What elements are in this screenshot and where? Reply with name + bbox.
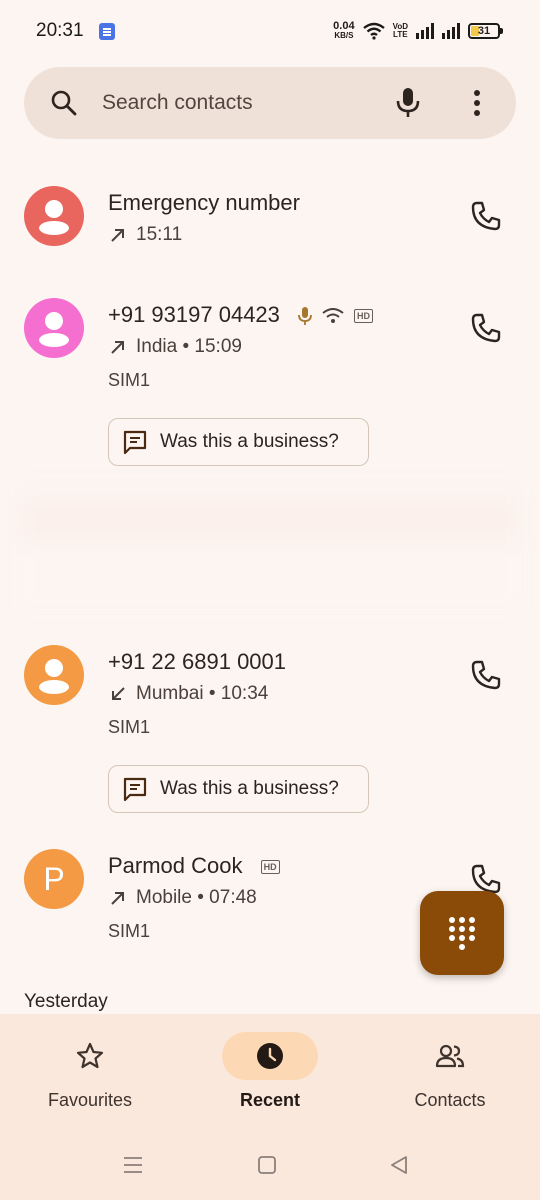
- person-icon: [39, 312, 69, 347]
- nav-contacts-label: Contacts: [414, 1090, 486, 1110]
- hd-badge: HD: [260, 860, 280, 875]
- contact-name: Parmod Cook HD: [108, 853, 280, 879]
- call-details: Mumbai • 10:34: [108, 683, 268, 705]
- wifi-call-icon: [322, 308, 344, 324]
- nav-favourites-label: Favourites: [47, 1090, 133, 1110]
- wifi-status-icon: [362, 22, 385, 40]
- network-speed-unit: KB/S: [334, 31, 354, 40]
- nav-contacts[interactable]: Contacts: [380, 1032, 520, 1132]
- call-log-item[interactable]: Emergency number 15:11: [0, 180, 540, 260]
- hd-badge: HD: [354, 309, 374, 324]
- search-icon[interactable]: [50, 89, 78, 117]
- person-icon: [39, 659, 69, 694]
- was-business-label: Was this a business?: [160, 431, 339, 452]
- sim-label: SIM1: [108, 921, 151, 941]
- nav-recent[interactable]: Recent: [200, 1032, 340, 1132]
- phone-call-icon[interactable]: [468, 198, 504, 234]
- contact-number-text: +91 93197 04423: [108, 302, 280, 327]
- contact-avatar[interactable]: [24, 186, 84, 246]
- signal-sim1-icon: [416, 23, 434, 39]
- bottom-navigation: Favourites Recent Contacts: [0, 1014, 540, 1200]
- nav-recent-label: Recent: [239, 1090, 301, 1110]
- clock-icon: [257, 1043, 283, 1069]
- voice-icon: [298, 307, 312, 326]
- more-vert-icon[interactable]: [465, 87, 489, 119]
- phone-call-icon[interactable]: [468, 657, 504, 693]
- network-speed: 0.04 KB/S: [333, 21, 354, 41]
- status-bar: 20:31 0.04 KB/S VoD LTE 31: [0, 0, 540, 62]
- call-log-item[interactable]: +91 93197 04423 HD India • 15:09 SIM1 Wa…: [0, 292, 540, 472]
- contact-number: +91 93197 04423 HD: [108, 302, 374, 328]
- nav-favourites[interactable]: Favourites: [20, 1032, 160, 1132]
- contact-avatar[interactable]: [24, 645, 84, 705]
- feedback-icon: [123, 777, 147, 802]
- outgoing-call-arrow-icon: [111, 229, 124, 242]
- incoming-call-arrow-icon: [112, 687, 125, 700]
- search-bar[interactable]: [24, 67, 516, 139]
- nav-favourites-icon-container: [42, 1032, 138, 1080]
- sim-label: SIM1: [108, 370, 151, 390]
- dialpad-icon: [449, 917, 475, 950]
- contact-name: Emergency number: [108, 190, 300, 215]
- contact-name-text: Parmod Cook: [108, 853, 243, 878]
- star-icon: [76, 1042, 104, 1069]
- back-system-icon[interactable]: [386, 1152, 412, 1178]
- contact-number: +91 22 6891 0001: [108, 649, 287, 674]
- blurred-region: [20, 482, 520, 612]
- status-icons: 0.04 KB/S VoD LTE 31: [333, 18, 503, 44]
- call-details: 15:11: [108, 224, 182, 246]
- network-speed-value: 0.04: [333, 20, 355, 32]
- dialpad-button[interactable]: [420, 891, 504, 975]
- outgoing-call-arrow-icon: [111, 892, 124, 905]
- recents-system-icon[interactable]: [120, 1152, 146, 1178]
- status-time: 20:31: [36, 20, 84, 41]
- was-business-button[interactable]: Was this a business?: [108, 418, 369, 466]
- mic-icon[interactable]: [393, 86, 423, 120]
- feedback-icon: [123, 430, 147, 455]
- call-location-time: India • 15:09: [136, 336, 242, 357]
- volte-indicator: VoD LTE: [393, 23, 408, 39]
- section-header: Yesterday: [24, 991, 108, 1012]
- call-details: Mobile • 07:48: [108, 887, 257, 909]
- nav-recent-icon-container: [222, 1032, 318, 1080]
- sim-label: SIM1: [108, 717, 151, 737]
- volte-bottom: LTE: [393, 30, 408, 39]
- outgoing-call-arrow-icon: [111, 341, 124, 354]
- call-time: 15:11: [136, 224, 183, 245]
- people-icon: [435, 1044, 465, 1068]
- call-location-time: Mumbai • 10:34: [136, 683, 269, 704]
- was-business-button[interactable]: Was this a business?: [108, 765, 369, 813]
- docs-notification-icon: [99, 23, 115, 40]
- person-icon: [39, 200, 69, 235]
- signal-sim2-icon: [442, 23, 460, 39]
- search-input[interactable]: [102, 87, 362, 119]
- phone-call-icon[interactable]: [468, 310, 504, 346]
- call-details: India • 15:09: [108, 336, 242, 358]
- contact-avatar[interactable]: [24, 298, 84, 358]
- contact-avatar[interactable]: P: [24, 849, 84, 909]
- battery-icon: 31: [468, 23, 503, 39]
- was-business-label: Was this a business?: [160, 778, 339, 799]
- home-system-icon[interactable]: [254, 1152, 280, 1178]
- call-log-item[interactable]: +91 22 6891 0001 Mumbai • 10:34 SIM1 Was…: [0, 639, 540, 819]
- nav-contacts-icon-container: [402, 1032, 498, 1080]
- battery-level: 31: [477, 25, 491, 37]
- call-type-time: Mobile • 07:48: [136, 887, 257, 908]
